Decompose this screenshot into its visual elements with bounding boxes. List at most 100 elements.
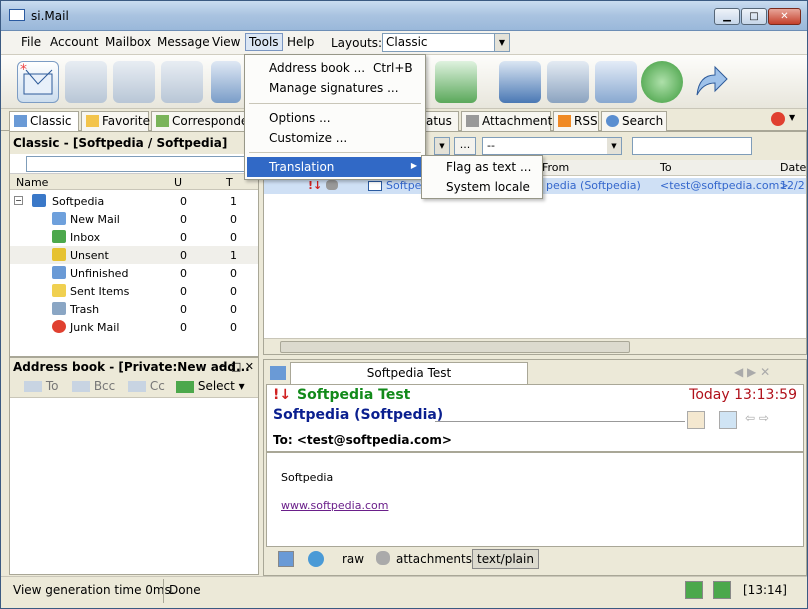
message-subject: Softpe — [386, 179, 422, 192]
menu-message[interactable]: Message — [157, 35, 210, 49]
send-receive-icon[interactable] — [685, 581, 703, 599]
folder-trash[interactable]: Trash 0 0 — [10, 300, 258, 318]
horizontal-scrollbar[interactable] — [264, 338, 806, 354]
col-date[interactable]: Date — [780, 161, 806, 174]
folder-softpedia[interactable]: − Softpedia 0 1 — [10, 192, 258, 210]
address-book-toolbar: To Bcc Cc Select ▾ — [10, 376, 258, 398]
menu-customize[interactable]: Customize ... — [269, 131, 347, 149]
tab-favorite[interactable]: Favorite — [81, 111, 150, 131]
new-mail-icon[interactable]: * — [17, 61, 59, 103]
status-divider — [163, 579, 164, 603]
status-done: Done — [169, 583, 201, 597]
folder-sent-items[interactable]: Sent Items 0 0 — [10, 282, 258, 300]
menu-separator — [249, 103, 421, 104]
plain-text-button[interactable]: text/plain — [472, 549, 539, 569]
menu-manage-signatures[interactable]: Manage signatures ... — [269, 81, 399, 99]
folder-inbox[interactable]: Inbox 0 0 — [10, 228, 258, 246]
menu-tools[interactable]: Tools — [245, 33, 283, 51]
tab-rss[interactable]: RSS — [553, 111, 599, 131]
paperclip-icon — [326, 180, 338, 190]
col-to[interactable]: To — [660, 161, 672, 174]
tab-search[interactable]: Search — [601, 111, 667, 131]
unread-count: 0 — [180, 285, 187, 298]
to-button[interactable]: To — [24, 379, 58, 393]
folder-name: New Mail — [70, 213, 120, 226]
menu-system-locale[interactable]: System locale — [446, 180, 530, 194]
unread-count: 0 — [180, 213, 187, 226]
tab-correspondence[interactable]: Corresponde — [151, 111, 245, 131]
contact-icon[interactable] — [687, 411, 705, 429]
folder-unfinished[interactable]: Unfinished 0 0 — [10, 264, 258, 282]
check-icon[interactable] — [641, 61, 683, 103]
preview-tab[interactable]: Softpedia Test — [290, 362, 528, 384]
bcc-button[interactable]: Bcc — [72, 379, 115, 393]
maximize-button[interactable]: □ — [741, 8, 767, 25]
block-icon[interactable] — [771, 112, 785, 126]
go-arrow-icon[interactable] — [691, 61, 733, 103]
filter-select-2[interactable]: -- ▼ — [482, 137, 622, 155]
col-unread[interactable]: U — [174, 176, 182, 189]
menu-help[interactable]: Help — [287, 35, 314, 49]
forward-icon[interactable] — [161, 61, 203, 103]
menu-address-book[interactable]: Address book ... — [269, 61, 365, 79]
star-icon — [86, 115, 99, 127]
settings-icon[interactable] — [547, 61, 589, 103]
col-from[interactable]: From — [542, 161, 569, 174]
sync-icon[interactable] — [713, 581, 731, 599]
search-icon[interactable] — [595, 61, 637, 103]
menu-mailbox[interactable]: Mailbox — [105, 35, 151, 49]
attachments-button[interactable]: attachments — [396, 552, 472, 566]
nav-arrows-icon[interactable]: ◀ ▶ ✕ — [734, 365, 770, 379]
total-count: 1 — [230, 195, 237, 208]
filter-select-1[interactable]: ▼ — [434, 137, 450, 155]
filter-more-button[interactable]: ... — [454, 137, 476, 155]
tab-attachment[interactable]: Attachment — [461, 111, 552, 131]
reply-all-icon[interactable] — [113, 61, 155, 103]
receive-icon[interactable] — [435, 61, 477, 103]
browser-icon[interactable] — [308, 551, 324, 567]
address-book-icon[interactable] — [499, 61, 541, 103]
close-button[interactable]: ✕ — [768, 8, 801, 25]
col-name[interactable]: Name — [16, 176, 48, 189]
inbox-icon — [52, 230, 66, 243]
folder-filter-input[interactable] — [26, 156, 258, 172]
select-button[interactable]: Select ▾ — [176, 379, 245, 393]
status-generation-time: View generation time 0ms. — [13, 583, 175, 597]
translation-submenu: Flag as text ... System locale — [421, 155, 543, 199]
menu-options[interactable]: Options ... — [269, 111, 331, 129]
menu-file[interactable]: File — [21, 35, 41, 49]
menu-translation[interactable]: Translation ▶ — [247, 157, 423, 177]
filter-value: -- — [487, 139, 495, 152]
folder-junk-mail[interactable]: Junk Mail 0 0 — [10, 318, 258, 336]
reply-icon[interactable] — [65, 61, 107, 103]
folder-tree: − Softpedia 0 1 New Mail 0 0 Inbox 0 0 U… — [10, 190, 258, 340]
folder-name: Unfinished — [70, 267, 129, 280]
tab-classic[interactable]: Classic — [9, 111, 79, 131]
collapse-icon[interactable]: − — [14, 196, 23, 205]
total-count: 0 — [230, 321, 237, 334]
chevron-down-icon[interactable]: ▼ — [789, 113, 795, 122]
menu-account[interactable]: Account — [50, 35, 98, 49]
tab-status[interactable]: atus — [423, 111, 459, 131]
folder-name: Inbox — [70, 231, 101, 244]
raw-button[interactable]: raw — [342, 552, 364, 566]
menu-flag-as-text[interactable]: Flag as text ... — [446, 160, 531, 174]
body-link[interactable]: www.softpedia.com — [281, 499, 388, 512]
scrollbar-thumb[interactable] — [280, 341, 630, 353]
col-total[interactable]: T — [226, 176, 233, 189]
folder-filter — [10, 154, 258, 174]
minimize-button[interactable]: ▁ — [714, 8, 740, 25]
filter-text-input[interactable] — [632, 137, 752, 155]
nav-arrows-icon[interactable]: ⇦ ⇨ — [745, 411, 785, 429]
view-icon[interactable] — [278, 551, 294, 567]
address-book-icon[interactable] — [719, 411, 737, 429]
unfinished-icon — [52, 266, 66, 279]
cc-button[interactable]: Cc — [128, 379, 165, 393]
folder-new-mail[interactable]: New Mail 0 0 — [10, 210, 258, 228]
print-icon[interactable] — [211, 61, 241, 103]
title-bar: si.Mail ▁ □ ✕ — [1, 1, 807, 31]
panel-controls[interactable]: − □ ✕ — [218, 360, 254, 373]
layouts-select[interactable]: Classic ▼ — [382, 33, 510, 52]
folder-unsent[interactable]: Unsent 0 1 — [10, 246, 258, 264]
menu-view[interactable]: View — [212, 35, 240, 49]
